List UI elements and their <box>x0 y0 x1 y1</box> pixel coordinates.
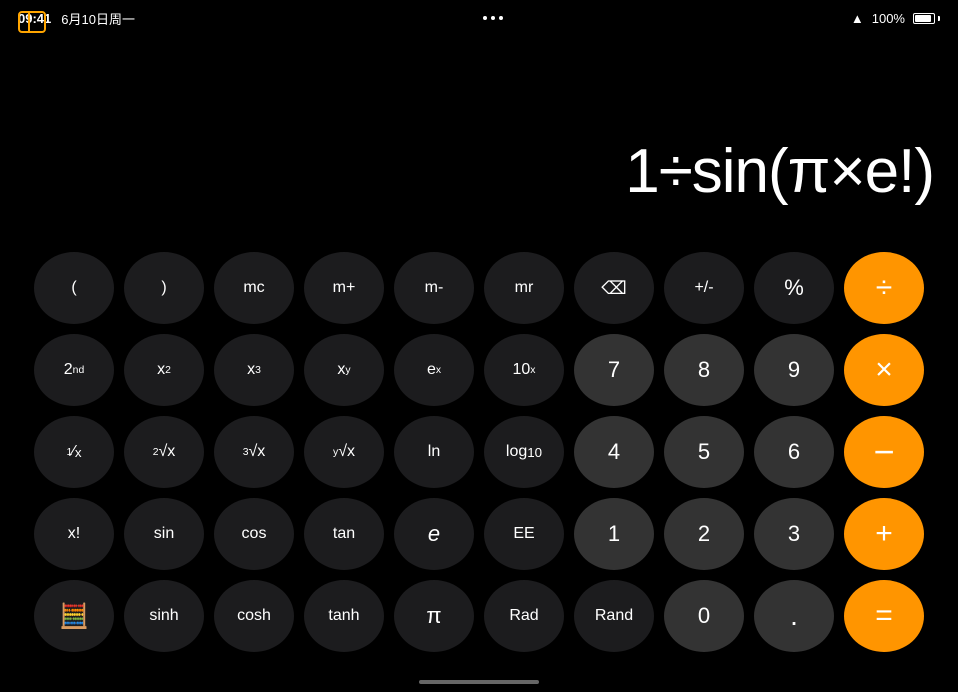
log10-button[interactable]: log10 <box>484 416 564 488</box>
x-to-y-button[interactable]: xy <box>304 334 384 406</box>
2nd-button[interactable]: 2nd <box>34 334 114 406</box>
equals-button[interactable]: = <box>844 580 924 652</box>
rand-button[interactable]: Rand <box>574 580 654 652</box>
buttons-area: ( ) mc m+ m- mr ⌫ +/- % ÷ 2nd x2 x3 xy e… <box>0 252 958 662</box>
digit-6-button[interactable]: 6 <box>754 416 834 488</box>
dot1 <box>483 16 487 20</box>
tan-button[interactable]: tan <box>304 498 384 570</box>
button-row-2: 2nd x2 x3 xy ex 10x 7 8 9 × <box>14 334 944 406</box>
sinh-button[interactable]: sinh <box>124 580 204 652</box>
button-row-1: ( ) mc m+ m- mr ⌫ +/- % ÷ <box>14 252 944 324</box>
divide-button[interactable]: ÷ <box>844 252 924 324</box>
add-button[interactable]: + <box>844 498 924 570</box>
wifi-icon: ▲ <box>851 11 864 26</box>
button-row-4: x! sin cos tan e EE 1 2 3 + <box>14 498 944 570</box>
mr-button[interactable]: mr <box>484 252 564 324</box>
battery-icon <box>913 13 940 24</box>
pi-button[interactable]: π <box>394 580 474 652</box>
sqrt-button[interactable]: 2√x <box>124 416 204 488</box>
m-plus-button[interactable]: m+ <box>304 252 384 324</box>
plus-minus-button[interactable]: +/- <box>664 252 744 324</box>
backspace-button[interactable]: ⌫ <box>574 252 654 324</box>
digit-9-button[interactable]: 9 <box>754 334 834 406</box>
battery-tip <box>938 16 940 21</box>
ln-button[interactable]: ln <box>394 416 474 488</box>
status-right: ▲ 100% <box>851 11 940 26</box>
digit-1-button[interactable]: 1 <box>574 498 654 570</box>
10-to-x-button[interactable]: 10x <box>484 334 564 406</box>
sidebar-icon <box>18 11 46 33</box>
open-paren-button[interactable]: ( <box>34 252 114 324</box>
display-expression: 1÷sin(π×e!) <box>625 138 934 206</box>
e-to-x-button[interactable]: ex <box>394 334 474 406</box>
x-cubed-button[interactable]: x3 <box>214 334 294 406</box>
battery-body <box>913 13 935 24</box>
m-minus-button[interactable]: m- <box>394 252 474 324</box>
subtract-button[interactable]: − <box>844 416 924 488</box>
sin-button[interactable]: sin <box>124 498 204 570</box>
dot2 <box>491 16 495 20</box>
mc-button[interactable]: mc <box>214 252 294 324</box>
tanh-button[interactable]: tanh <box>304 580 384 652</box>
status-date: 6月10日周一 <box>61 9 135 28</box>
cosh-button[interactable]: cosh <box>214 580 294 652</box>
close-paren-button[interactable]: ) <box>124 252 204 324</box>
decimal-button[interactable]: . <box>754 580 834 652</box>
percent-button[interactable]: % <box>754 252 834 324</box>
button-row-3: 1⁄x 2√x 3√x y√x ln log10 4 5 6 − <box>14 416 944 488</box>
button-row-5: 🧮 sinh cosh tanh π Rad Rand 0 . = <box>14 580 944 652</box>
rad-button[interactable]: Rad <box>484 580 564 652</box>
one-over-x-button[interactable]: 1⁄x <box>34 416 114 488</box>
digit-3-button[interactable]: 3 <box>754 498 834 570</box>
status-center <box>483 16 503 20</box>
digit-4-button[interactable]: 4 <box>574 416 654 488</box>
sidebar-toggle-button[interactable] <box>16 8 48 36</box>
digit-2-button[interactable]: 2 <box>664 498 744 570</box>
battery-percent: 100% <box>872 11 905 26</box>
basic-calc-button[interactable]: 🧮 <box>34 580 114 652</box>
digit-5-button[interactable]: 5 <box>664 416 744 488</box>
calculator-display: 1÷sin(π×e!) <box>0 36 958 226</box>
ee-button[interactable]: EE <box>484 498 564 570</box>
home-indicator <box>419 680 539 684</box>
status-bar: 09:41 6月10日周一 ▲ 100% <box>0 0 958 36</box>
digit-0-button[interactable]: 0 <box>664 580 744 652</box>
euler-button[interactable]: e <box>394 498 474 570</box>
factorial-button[interactable]: x! <box>34 498 114 570</box>
x-squared-button[interactable]: x2 <box>124 334 204 406</box>
y-root-button[interactable]: y√x <box>304 416 384 488</box>
cube-root-button[interactable]: 3√x <box>214 416 294 488</box>
cos-button[interactable]: cos <box>214 498 294 570</box>
digit-8-button[interactable]: 8 <box>664 334 744 406</box>
battery-fill <box>915 15 931 22</box>
digit-7-button[interactable]: 7 <box>574 334 654 406</box>
dot3 <box>499 16 503 20</box>
multiply-button[interactable]: × <box>844 334 924 406</box>
